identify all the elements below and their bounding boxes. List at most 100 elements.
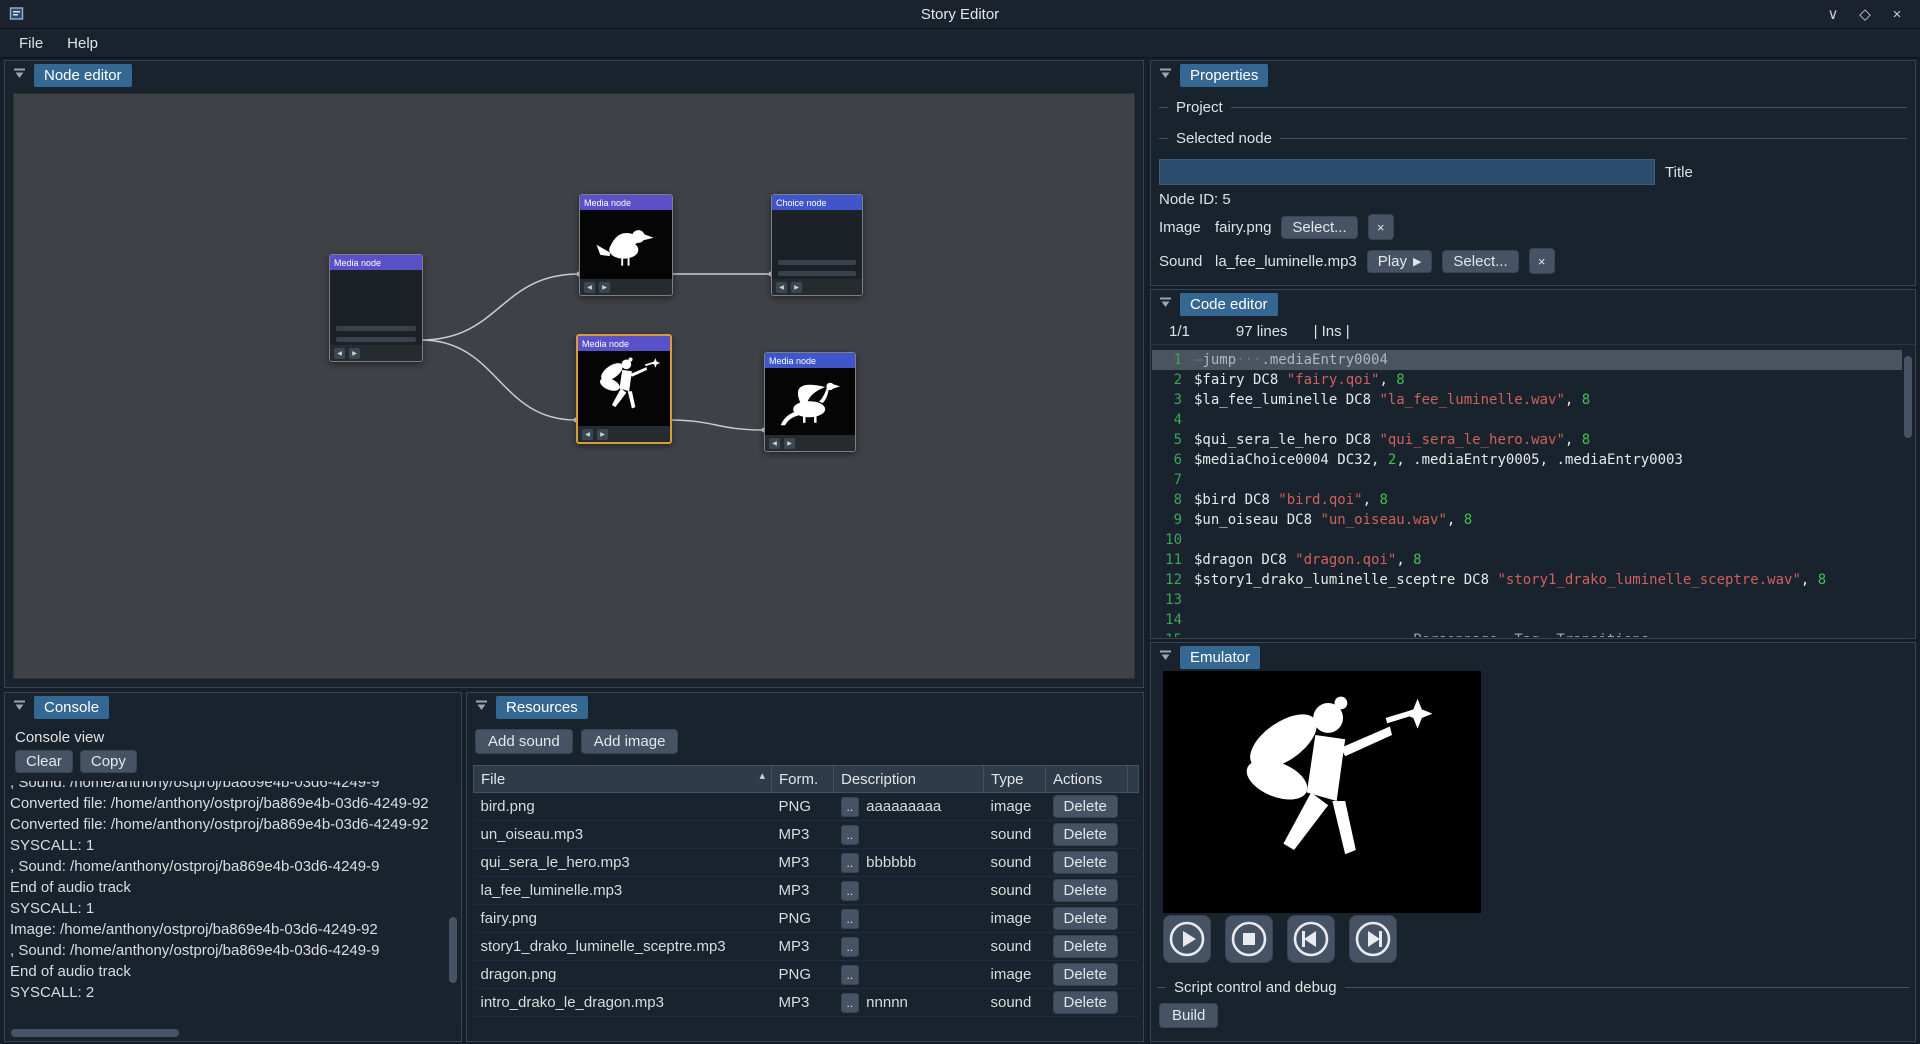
- resource-row[interactable]: un_oiseau.mp3MP3..soundDelete: [474, 821, 1139, 849]
- resource-row[interactable]: dragon.pngPNG..imageDelete: [474, 961, 1139, 989]
- description-edit-button[interactable]: ..: [841, 937, 860, 957]
- step-forward-button[interactable]: [1349, 915, 1397, 963]
- description-edit-button[interactable]: ..: [841, 993, 860, 1013]
- image-select-button[interactable]: Select...: [1281, 216, 1357, 239]
- panel-title-resources[interactable]: Resources: [496, 696, 588, 719]
- resource-row[interactable]: fairy.pngPNG..imageDelete: [474, 905, 1139, 933]
- delete-button[interactable]: Delete: [1053, 991, 1118, 1014]
- console-horizontal-scrollbar[interactable]: [9, 1028, 445, 1038]
- node-prev-icon[interactable]: ◀: [769, 438, 780, 449]
- sound-clear-button[interactable]: ×: [1529, 248, 1555, 274]
- resource-row[interactable]: intro_drako_le_dragon.mp3MP3..nnnnnsound…: [474, 989, 1139, 1017]
- node-start[interactable]: Media node◀▶: [329, 254, 423, 362]
- panel-title-properties[interactable]: Properties: [1180, 64, 1268, 87]
- console-log-line: SYSCALL: 2: [10, 982, 445, 1003]
- node-prev-icon[interactable]: ◀: [584, 282, 595, 293]
- delete-button[interactable]: Delete: [1053, 851, 1118, 874]
- node-graph-canvas[interactable]: Media node◀▶Media node◀▶Choice node◀▶Med…: [13, 93, 1135, 679]
- column-header-type[interactable]: Type: [984, 766, 1046, 793]
- node-editor-dock-header[interactable]: Node editor: [5, 61, 1143, 89]
- play-button[interactable]: [1163, 915, 1211, 963]
- dock-detach-icon[interactable]: [1158, 295, 1173, 314]
- code-editor-dock-header[interactable]: Code editor: [1151, 290, 1915, 318]
- copy-button[interactable]: Copy: [80, 750, 137, 773]
- code-vscroll-thumb[interactable]: [1904, 356, 1912, 438]
- description-edit-button[interactable]: ..: [841, 965, 860, 985]
- panel-title-console[interactable]: Console: [34, 696, 109, 719]
- node-choice[interactable]: Choice node ◀ ▶: [771, 194, 863, 296]
- resource-format: MP3: [772, 933, 834, 961]
- description-edit-button[interactable]: ..: [841, 825, 860, 845]
- delete-button[interactable]: Delete: [1053, 963, 1118, 986]
- node-next-icon[interactable]: ▶: [349, 348, 360, 359]
- node-dragon[interactable]: Media node◀▶: [764, 352, 856, 452]
- minimize-button[interactable]: ∨: [1818, 3, 1848, 25]
- column-header-form[interactable]: Form.: [772, 766, 834, 793]
- node-option-row: [778, 271, 856, 276]
- sound-play-button[interactable]: Play ▶: [1367, 250, 1433, 273]
- description-edit-button[interactable]: ..: [841, 853, 860, 873]
- close-button[interactable]: ×: [1882, 3, 1912, 25]
- description-edit-button[interactable]: ..: [841, 881, 860, 901]
- build-button[interactable]: Build: [1159, 1003, 1218, 1028]
- description-edit-button[interactable]: ..: [841, 909, 860, 929]
- menu-help[interactable]: Help: [56, 32, 109, 55]
- dock-detach-icon[interactable]: [1158, 648, 1173, 667]
- node-next-icon[interactable]: ▶: [791, 282, 802, 293]
- dock-detach-icon[interactable]: [474, 698, 489, 717]
- node-prev-icon[interactable]: ◀: [582, 429, 593, 440]
- code-vertical-scrollbar[interactable]: [1903, 350, 1913, 636]
- stop-button[interactable]: [1225, 915, 1273, 963]
- node-fairy[interactable]: Media node◀▶: [576, 334, 672, 444]
- dock-detach-icon[interactable]: [12, 698, 27, 717]
- title-bar[interactable]: Story Editor ∨◇×: [0, 0, 1920, 29]
- add-image-button[interactable]: Add image: [581, 729, 679, 754]
- column-header-description[interactable]: Description: [834, 766, 984, 793]
- console-hscroll-thumb[interactable]: [11, 1029, 179, 1037]
- console-log[interactable]: , Sound: /home/anthony/ostproj/ba869e4b-…: [10, 781, 445, 1023]
- resource-row[interactable]: la_fee_luminelle.mp3MP3..soundDelete: [474, 877, 1139, 905]
- properties-panel: Properties Project Selected node Title N…: [1150, 60, 1916, 286]
- clear-button[interactable]: Clear: [15, 750, 73, 773]
- resources-dock-header[interactable]: Resources: [467, 693, 1143, 721]
- panel-title-node-editor[interactable]: Node editor: [34, 64, 132, 87]
- delete-button[interactable]: Delete: [1053, 907, 1118, 930]
- resource-row[interactable]: bird.pngPNG..aaaaaaaaaimageDelete: [474, 793, 1139, 821]
- add-sound-button[interactable]: Add sound: [475, 729, 573, 754]
- resource-row[interactable]: story1_drako_luminelle_sceptre.mp3MP3..s…: [474, 933, 1139, 961]
- node-bird[interactable]: Media node ◀ ▶: [579, 194, 673, 296]
- delete-button[interactable]: Delete: [1053, 935, 1118, 958]
- sound-select-button[interactable]: Select...: [1442, 250, 1518, 273]
- delete-button[interactable]: Delete: [1053, 879, 1118, 902]
- image-clear-button[interactable]: ×: [1368, 214, 1394, 240]
- dock-detach-icon[interactable]: [1158, 66, 1173, 85]
- emulator-dock-header[interactable]: Emulator: [1151, 643, 1915, 671]
- console-dock-header[interactable]: Console: [5, 693, 461, 721]
- delete-button[interactable]: Delete: [1053, 823, 1118, 846]
- resource-row[interactable]: qui_sera_le_hero.mp3MP3..bbbbbbsoundDele…: [474, 849, 1139, 877]
- column-header-actions[interactable]: Actions: [1046, 766, 1128, 793]
- node-next-icon[interactable]: ▶: [597, 429, 608, 440]
- node-title: Choice node: [772, 195, 862, 210]
- dock-detach-icon[interactable]: [12, 66, 27, 85]
- panel-title-code-editor[interactable]: Code editor: [1180, 293, 1278, 316]
- title-input[interactable]: [1159, 159, 1655, 185]
- node-next-icon[interactable]: ▶: [599, 282, 610, 293]
- console-vertical-scrollbar[interactable]: [448, 781, 458, 1023]
- delete-button[interactable]: Delete: [1053, 795, 1118, 818]
- panel-title-emulator[interactable]: Emulator: [1180, 646, 1260, 669]
- node-prev-icon[interactable]: ◀: [334, 348, 345, 359]
- maximize-button[interactable]: ◇: [1850, 3, 1880, 25]
- description-edit-button[interactable]: ..: [841, 797, 860, 817]
- menu-file[interactable]: File: [8, 32, 54, 55]
- node-option-row: [778, 260, 856, 265]
- node-next-icon[interactable]: ▶: [784, 438, 795, 449]
- resource-description-cell: ..nnnnn: [834, 989, 984, 1017]
- step-back-button[interactable]: [1287, 915, 1335, 963]
- code-text-area[interactable]: 1–jump···.mediaEntry00042$fairy DC8 "fai…: [1152, 350, 1902, 637]
- console-vscroll-thumb[interactable]: [449, 917, 457, 983]
- column-header-file[interactable]: File▴: [474, 766, 772, 793]
- node-prev-icon[interactable]: ◀: [776, 282, 787, 293]
- properties-dock-header[interactable]: Properties: [1151, 61, 1915, 89]
- node-title: Media node: [580, 195, 672, 210]
